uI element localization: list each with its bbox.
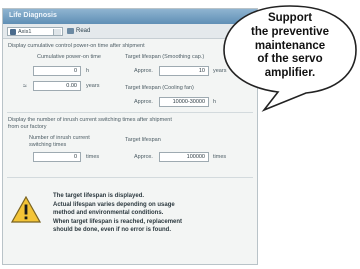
axis-select[interactable]: Axis1: [7, 27, 63, 36]
callout-line4: of the servo: [257, 53, 323, 66]
divider: [7, 112, 253, 113]
warning-line2: Actual lifespan varies depending on usag…: [53, 201, 175, 208]
read-button[interactable]: Read: [67, 26, 90, 36]
cumulative-label: Cumulative power-on time: [37, 54, 101, 60]
window-title: Life Diagnosis: [9, 12, 57, 19]
axis-select-value: Axis1: [18, 29, 32, 35]
chevron-down-icon[interactable]: [53, 29, 61, 35]
warning-triangle-icon: [11, 196, 41, 223]
callout-text: Support the preventive maintenance of th…: [222, 12, 358, 81]
section2-description-line2: from our factory: [8, 124, 47, 130]
warning-line3: method and environmental conditions.: [53, 210, 164, 216]
life-diagnosis-window: Life Diagnosis Axis1 Read Display cumula…: [2, 8, 258, 265]
inrush-target-label: Target lifespan: [125, 137, 161, 143]
divider-2: [7, 177, 253, 178]
target-smoothing-label: Target lifespan (Smoothing cap.): [125, 54, 205, 60]
callout-line3: maintenance: [254, 39, 326, 52]
section1-description: Display cumulative control power-on time…: [8, 43, 145, 49]
target-smoothing-field: 10: [159, 66, 209, 76]
warning-line4: When target lifespan is reached, replace…: [53, 218, 183, 225]
inrush-count-field: 0: [33, 152, 81, 162]
callout-line1: Support: [267, 12, 313, 24]
inrush-approx-label: Approx.: [134, 154, 153, 160]
warning-line1: The target lifespan is displayed.: [53, 193, 145, 199]
section2-description-line1: Display the number of inrush current swi…: [8, 117, 172, 123]
callout-line2: the preventive: [251, 25, 329, 38]
toolbar: Axis1 Read: [3, 24, 257, 39]
hours-unit: h: [86, 68, 90, 74]
inrush-label-line1: Number of inrush current: [29, 135, 90, 141]
warning-panel: The target lifespan is displayed. Actual…: [3, 190, 257, 250]
read-button-label: Read: [76, 28, 91, 34]
warning-line5: should be done, even if no error is foun…: [53, 227, 172, 233]
target-cooling-label: Target lifespan (Cooling fan): [125, 85, 194, 91]
cumulative-years-field: 0.00: [33, 81, 81, 91]
inrush-target-field: 100000: [159, 152, 209, 162]
read-icon: [67, 28, 74, 34]
inrush-unit: times: [86, 154, 100, 160]
callout-line5: amplifier.: [264, 67, 316, 80]
warning-message: The target lifespan is displayed. Actual…: [53, 192, 253, 235]
approx-label-2: Approx.: [134, 99, 153, 105]
approx-label-1: Approx.: [134, 68, 153, 74]
years-unit: years: [86, 83, 100, 89]
target-cooling-field: 10000-30000: [159, 97, 209, 107]
inrush-target-unit: times: [213, 154, 227, 160]
cumulative-hours-field: 0: [33, 66, 81, 76]
approx-symbol: ≈: [23, 83, 27, 90]
title-bar: Life Diagnosis: [3, 9, 257, 24]
axis-icon: [10, 29, 16, 35]
inrush-label-line2: switching times: [29, 142, 67, 148]
target-cooling-unit: h: [213, 99, 217, 105]
